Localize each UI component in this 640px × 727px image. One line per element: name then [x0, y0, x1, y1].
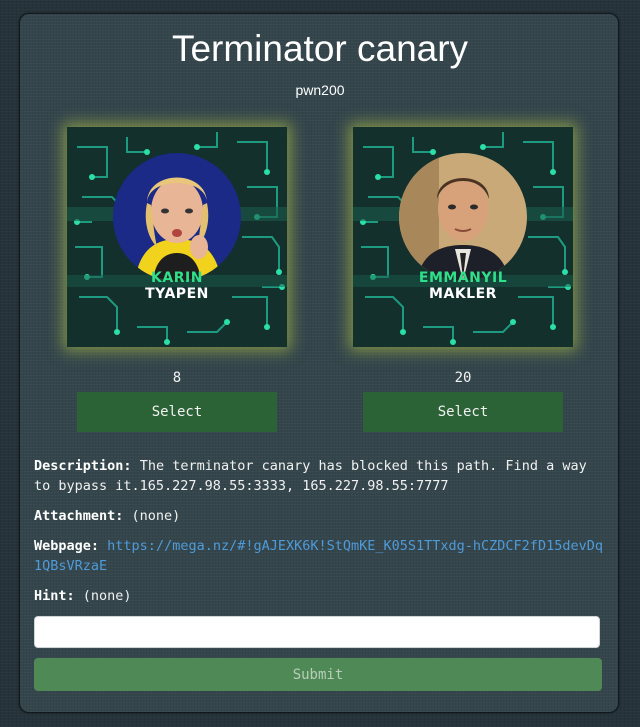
hint-row: Hint: (none)	[34, 586, 606, 606]
hint-value: (none)	[82, 588, 132, 604]
candidate-card-karin: KARIN TYAPEN	[67, 127, 287, 347]
candidate-card-emmanyil: EMMANYIL MAKLER	[353, 127, 573, 347]
candidate-last-name: MAKLER	[429, 286, 497, 302]
karin-portrait	[113, 153, 241, 281]
description-label: Description:	[34, 458, 132, 474]
attachment-value: (none)	[131, 508, 181, 524]
attachment-label: Attachment:	[34, 508, 124, 524]
select-karin-button[interactable]: Select	[77, 392, 277, 432]
flag-input[interactable]	[34, 616, 600, 648]
webpage-label: Webpage:	[34, 538, 100, 554]
challenge-panel	[19, 13, 619, 713]
webpage-link[interactable]: https://mega.nz/#!gAJEXK6K!StQmKE_K05S1T…	[34, 538, 603, 574]
candidate-last-name: TYAPEN	[145, 286, 209, 302]
submit-button[interactable]: Submit	[34, 658, 602, 691]
vote-count: 20	[454, 370, 472, 386]
vote-count: 8	[172, 370, 182, 386]
description-row: Description: The terminator canary has b…	[34, 456, 606, 496]
attachment-row: Attachment: (none)	[34, 506, 606, 526]
hint-label: Hint:	[34, 588, 75, 604]
candidate-first-name: EMMANYIL	[418, 270, 508, 286]
emmanyil-portrait	[399, 153, 527, 281]
challenge-subtitle: pwn200	[295, 82, 345, 98]
candidate-first-name: KARIN	[151, 270, 203, 286]
challenge-title: Terminator canary	[171, 28, 469, 69]
select-emmanyil-button[interactable]: Select	[363, 392, 563, 432]
webpage-row: Webpage: https://mega.nz/#!gAJEXK6K!StQm…	[34, 536, 606, 576]
